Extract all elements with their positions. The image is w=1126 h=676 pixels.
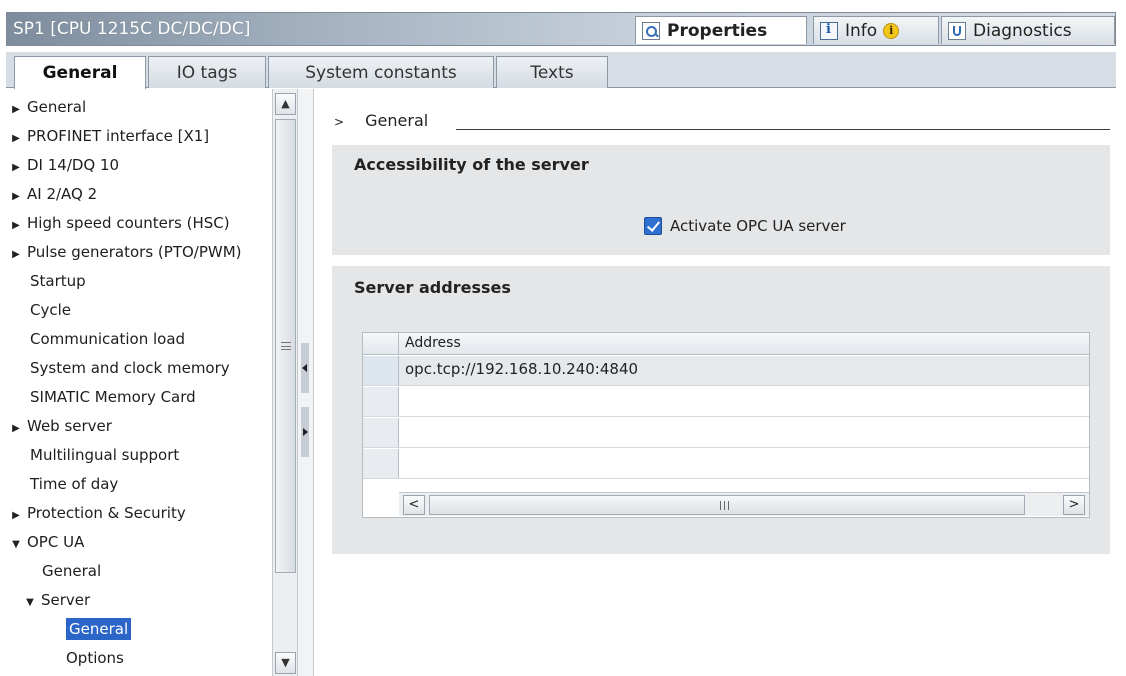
scroll-left-button[interactable]: < [403,495,425,515]
chevron-down-icon: ▼ [281,656,290,669]
expand-arrow-icon: ▶ [12,510,20,521]
table-horizontal-scrollbar[interactable]: < > [399,492,1089,516]
nav-scrollbar[interactable]: ▲ ▼ [272,89,298,676]
content-area: > General Accessibility of the server Ac… [314,89,1116,676]
column-header-address[interactable]: Address [405,335,461,351]
nav-item-general[interactable]: ▶ General [6,93,272,121]
diagnostics-icon [948,21,966,40]
activate-opc-ua-label[interactable]: Activate OPC UA server [670,217,846,235]
info-badge-icon: i [883,22,900,39]
table-header: Address [363,333,1089,355]
table-corner[interactable] [363,333,399,355]
scroll-up-button[interactable]: ▲ [275,93,296,115]
nav-item-communication-load[interactable]: Communication load [6,325,272,353]
chevron-right-icon: > [334,115,345,129]
navigation-tree: ▶ General ▶ PROFINET interface [X1] ▶ DI 14… [6,89,272,676]
nav-item-profinet-interface[interactable]: ▶ PROFINET interface [X1] [6,122,272,150]
grip-icon [720,501,729,510]
chevron-left-icon: < [408,497,420,512]
tab-texts[interactable]: Texts [496,56,608,88]
tab-diagnostics-label: Diagnostics [973,20,1072,41]
collapse-arrow-icon: ▼ [26,597,34,608]
property-tab-row: General IO tags System constants Texts [6,52,1116,89]
row-header[interactable] [363,418,399,447]
accessibility-title: Accessibility of the server [354,155,589,174]
inspector-titlebar: SP1 [CPU 1215C DC/DC/DC] Properties Info… [6,12,1116,46]
nav-item-system-clock-memory[interactable]: System and clock memory [6,354,272,382]
nav-item-web-server[interactable]: ▶ Web server [6,412,272,440]
properties-inspector-window: SP1 [CPU 1215C DC/DC/DC] Properties Info… [0,0,1126,676]
table-row[interactable] [363,449,1089,479]
nav-item-server[interactable]: ▼ Server [6,586,272,614]
nav-item-startup[interactable]: Startup [6,267,272,295]
tab-properties-label: Properties [667,20,768,41]
nav-item-protection-security[interactable]: ▶ Protection & Security [6,499,272,527]
grip-icon [281,342,291,350]
expand-arrow-icon: ▶ [12,162,20,173]
scroll-down-button[interactable]: ▼ [275,652,296,674]
activate-opc-ua-checkbox[interactable] [644,217,662,235]
expand-arrow-icon: ▶ [12,249,20,260]
nav-item-hsc[interactable]: ▶ High speed counters (HSC) [6,209,272,237]
section-divider [456,129,1110,130]
expand-arrow-icon: ▶ [12,191,20,202]
info-icon [820,21,838,40]
tab-system-constants[interactable]: System constants [268,56,494,88]
nav-item-opc-ua-general[interactable]: General [6,557,272,585]
nav-item-server-options[interactable]: Options [6,644,272,672]
nav-item-di-dq[interactable]: ▶ DI 14/DQ 10 [6,151,272,179]
tab-info[interactable]: Info i [813,16,939,44]
expand-arrow-icon: ▶ [12,133,20,144]
tab-general[interactable]: General [14,56,146,89]
collapse-arrow-icon: ▼ [12,539,20,550]
tab-properties[interactable]: Properties [635,16,807,44]
horizontal-scroll-thumb[interactable] [429,495,1025,515]
address-cell[interactable]: opc.tcp://192.168.10.240:4840 [405,360,638,378]
collapse-left-handle[interactable] [301,343,309,393]
server-addresses-panel: Server addresses Address opc.tcp://192.1… [332,266,1110,554]
table-row[interactable] [363,387,1089,417]
panel-splitter[interactable] [298,89,314,676]
tab-info-label: Info [845,20,878,41]
scroll-thumb[interactable] [275,119,296,573]
server-address-table: Address opc.tcp://192.168.10.240:4840 < … [362,332,1090,518]
properties-icon [642,21,660,40]
accessibility-panel: Accessibility of the server Activate OPC… [332,145,1110,255]
nav-item-pulse-generators[interactable]: ▶ Pulse generators (PTO/PWM) [6,238,272,266]
tab-io-tags[interactable]: IO tags [148,56,266,88]
expand-right-handle[interactable] [301,407,309,457]
chevron-right-icon: > [1068,497,1080,512]
tab-diagnostics[interactable]: Diagnostics [941,16,1115,44]
expand-arrow-icon: ▶ [12,220,20,231]
nav-item-simatic-memory-card[interactable]: SIMATIC Memory Card [6,383,272,411]
expand-arrow-icon: ▶ [12,104,20,115]
server-addresses-title: Server addresses [354,278,511,297]
nav-item-ai-aq[interactable]: ▶ AI 2/AQ 2 [6,180,272,208]
section-header[interactable]: > General [334,111,428,130]
table-row[interactable] [363,418,1089,448]
row-header[interactable] [363,449,399,478]
expand-arrow-icon: ▶ [12,423,20,434]
scroll-right-button[interactable]: > [1063,495,1085,515]
nav-item-multilingual-support[interactable]: Multilingual support [6,441,272,469]
table-row[interactable]: opc.tcp://192.168.10.240:4840 [363,356,1089,386]
nav-item-cycle[interactable]: Cycle [6,296,272,324]
row-header[interactable] [363,387,399,416]
nav-item-opc-ua[interactable]: ▼ OPC UA [6,528,272,556]
row-header[interactable] [363,356,399,385]
chevron-up-icon: ▲ [281,97,290,110]
nav-item-server-general[interactable]: General [6,615,272,643]
window-title: SP1 [CPU 1215C DC/DC/DC] [13,19,251,39]
section-header-label: General [365,111,429,130]
nav-item-time-of-day[interactable]: Time of day [6,470,272,498]
